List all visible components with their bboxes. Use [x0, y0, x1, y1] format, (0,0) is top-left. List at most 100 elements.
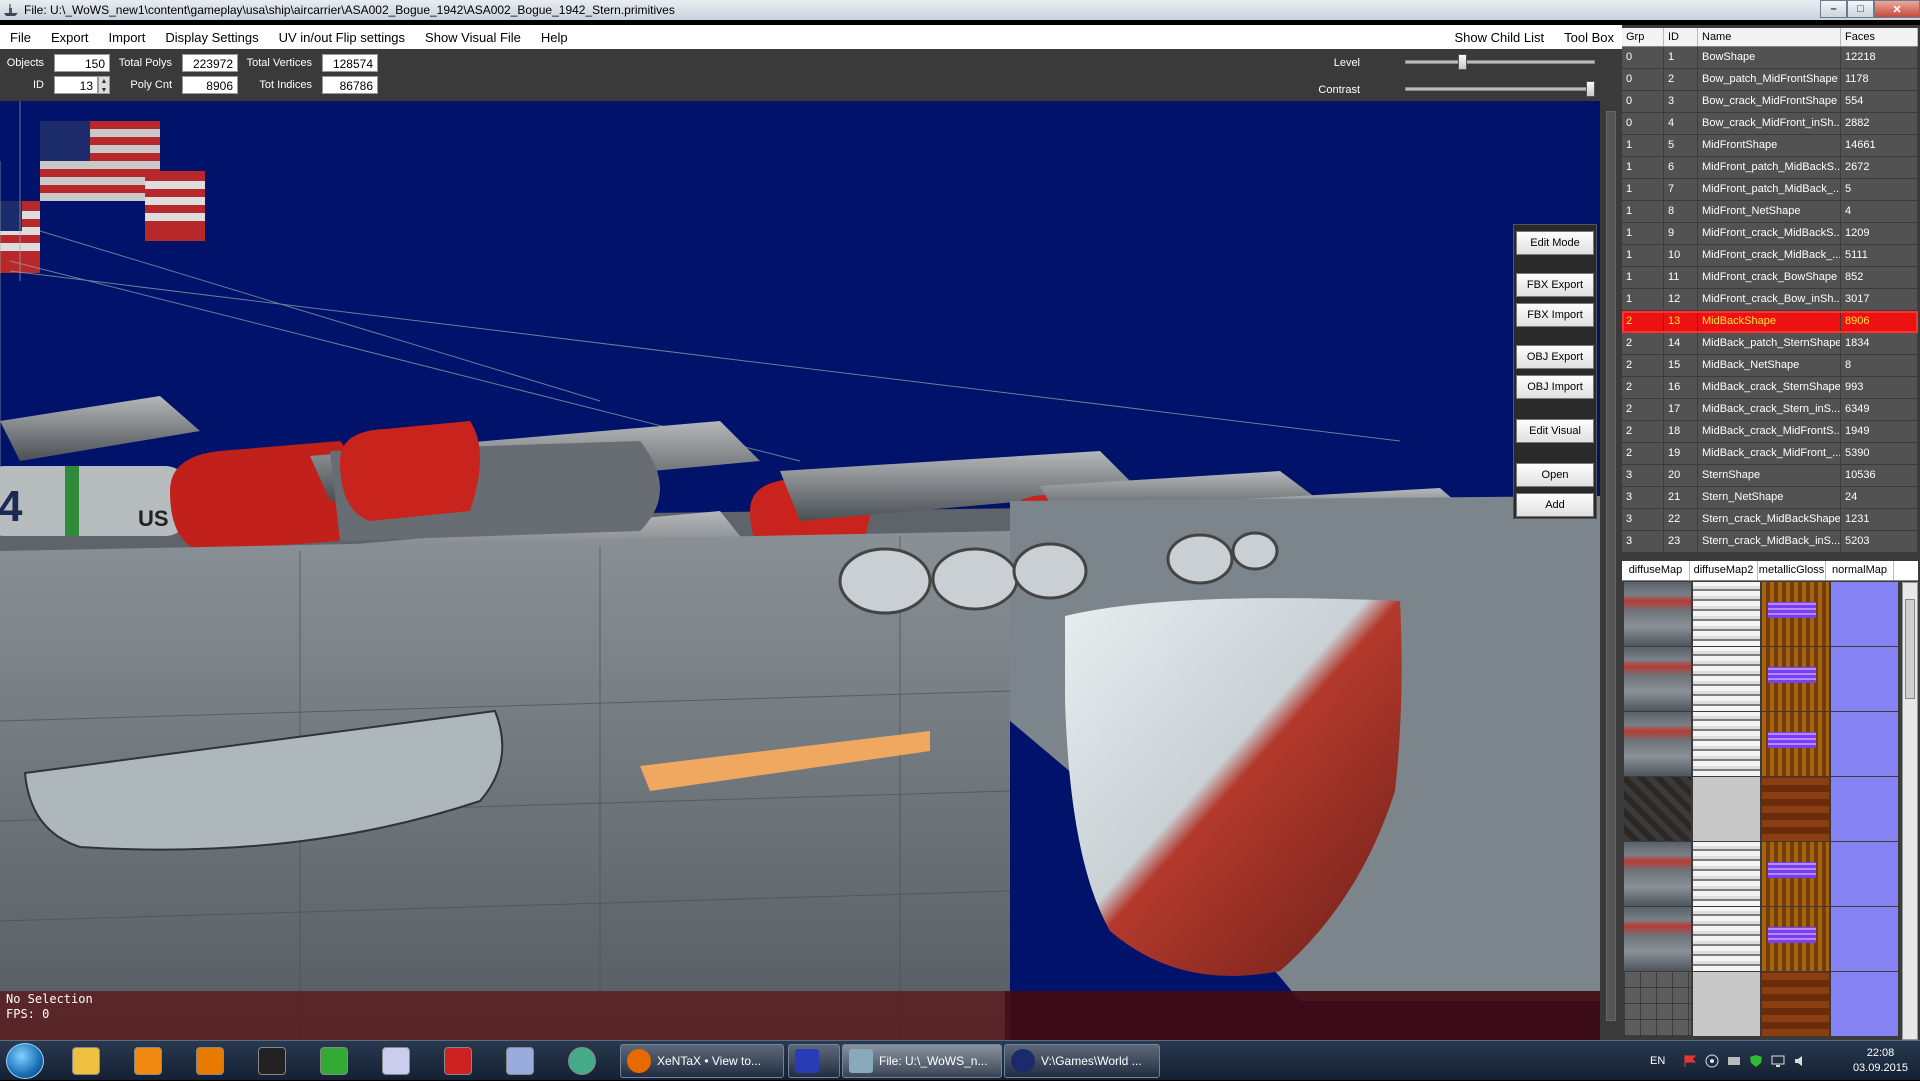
shield-icon[interactable]: [1749, 1054, 1763, 1068]
volume-icon[interactable]: [1793, 1054, 1807, 1068]
calculator-launcher[interactable]: [370, 1044, 422, 1078]
diffusemap2-thumb[interactable]: [1693, 582, 1760, 646]
table-row[interactable]: 1 8 MidFront_NetShape 4: [1622, 201, 1918, 223]
normalmap-thumb[interactable]: [1831, 712, 1898, 776]
table-row[interactable]: 0 1 BowShape 12218: [1622, 47, 1918, 69]
terminal-launcher[interactable]: [246, 1044, 298, 1078]
table-row[interactable]: 2 18 MidBack_crack_MidFrontS... 1949: [1622, 421, 1918, 443]
taskbar-task[interactable]: File: U:\_WoWS_n...: [842, 1044, 1002, 1078]
chrome-launcher[interactable]: [556, 1044, 608, 1078]
edit-mode-button[interactable]: Edit Mode: [1516, 231, 1594, 255]
table-row[interactable]: 0 3 Bow_crack_MidFrontShape 554: [1622, 91, 1918, 113]
metallicgloss-thumb[interactable]: [1762, 712, 1829, 776]
diffusemap2-thumb[interactable]: [1693, 647, 1760, 711]
taskbar-task[interactable]: [788, 1044, 840, 1078]
fbx-export-button[interactable]: FBX Export: [1516, 273, 1594, 297]
menu-display-settings[interactable]: Display Settings: [165, 30, 258, 45]
diffusemap-thumb[interactable]: [1624, 647, 1691, 711]
col-grp-header[interactable]: Grp: [1622, 28, 1664, 46]
col-metallicgloss-header[interactable]: metallicGloss: [1758, 561, 1826, 580]
minimize-button[interactable]: –: [1820, 0, 1847, 18]
table-row[interactable]: 1 5 MidFrontShape 14661: [1622, 135, 1918, 157]
metallicgloss-thumb[interactable]: [1762, 647, 1829, 711]
table-row[interactable]: 1 6 MidFront_patch_MidBackS... 2672: [1622, 157, 1918, 179]
normalmap-thumb[interactable]: [1831, 972, 1898, 1036]
tool-launcher[interactable]: [308, 1044, 360, 1078]
metallicgloss-thumb[interactable]: [1762, 907, 1829, 971]
explorer-launcher[interactable]: [60, 1044, 112, 1078]
menu-import[interactable]: Import: [109, 30, 146, 45]
menu-uv-flip-settings[interactable]: UV in/out Flip settings: [279, 30, 405, 45]
3d-viewport[interactable]: US NAVY 4: [0, 101, 1600, 1040]
normalmap-thumb[interactable]: [1831, 842, 1898, 906]
diffusemap-thumb[interactable]: [1624, 777, 1691, 841]
close-button[interactable]: ✕: [1874, 0, 1920, 18]
col-diffusemap2-header[interactable]: diffuseMap2: [1690, 561, 1758, 580]
normalmap-thumb[interactable]: [1831, 647, 1898, 711]
edit-visual-button[interactable]: Edit Visual: [1516, 419, 1594, 443]
diffusemap2-thumb[interactable]: [1693, 712, 1760, 776]
menu-show-child-list[interactable]: Show Child List: [1455, 30, 1545, 45]
menu-export[interactable]: Export: [51, 30, 89, 45]
open-button[interactable]: Open: [1516, 463, 1594, 487]
metallicgloss-thumb[interactable]: [1762, 582, 1829, 646]
table-row[interactable]: 2 17 MidBack_crack_Stern_inS... 6349: [1622, 399, 1918, 421]
diffusemap-thumb[interactable]: [1624, 842, 1691, 906]
diffusemap2-thumb[interactable]: [1693, 972, 1760, 1036]
col-name-header[interactable]: Name: [1698, 28, 1841, 46]
clock[interactable]: 22:08 03.09.2015: [1853, 1046, 1908, 1076]
metallicgloss-thumb[interactable]: [1762, 777, 1829, 841]
table-row[interactable]: 1 7 MidFront_patch_MidBack_... 5: [1622, 179, 1918, 201]
obj-export-button[interactable]: OBJ Export: [1516, 345, 1594, 369]
vlc-launcher[interactable]: [122, 1044, 174, 1078]
taskbar-task[interactable]: V:\Games\World ...: [1004, 1044, 1160, 1078]
menu-show-visual-file[interactable]: Show Visual File: [425, 30, 521, 45]
metallicgloss-thumb[interactable]: [1762, 842, 1829, 906]
table-row[interactable]: 2 13 MidBackShape 8906: [1622, 311, 1918, 333]
viewport-scroll-thumb[interactable]: [1606, 111, 1616, 1021]
contrast-slider[interactable]: [1405, 87, 1595, 91]
diffusemap2-thumb[interactable]: [1693, 842, 1760, 906]
diffusemap-thumb[interactable]: [1624, 972, 1691, 1036]
viewport-scrollbar[interactable]: [1600, 101, 1622, 1040]
table-row[interactable]: 0 4 Bow_crack_MidFront_inSh... 2882: [1622, 113, 1918, 135]
id-spinner[interactable]: ▲ ▼: [98, 76, 110, 94]
diffusemap-thumb[interactable]: [1624, 582, 1691, 646]
col-id-header[interactable]: ID: [1664, 28, 1698, 46]
table-row[interactable]: 3 23 Stern_crack_MidBack_inS... 5203: [1622, 531, 1918, 553]
table-row[interactable]: 1 12 MidFront_crack_Bow_inSh... 3017: [1622, 289, 1918, 311]
table-row[interactable]: 1 10 MidFront_crack_MidBack_... 5111: [1622, 245, 1918, 267]
diffusemap-thumb[interactable]: [1624, 907, 1691, 971]
id-field[interactable]: 13: [54, 76, 98, 94]
normalmap-thumb[interactable]: [1831, 777, 1898, 841]
texture-scroll-thumb[interactable]: [1905, 599, 1915, 699]
menu-help[interactable]: Help: [541, 30, 568, 45]
normalmap-thumb[interactable]: [1831, 582, 1898, 646]
texture-scrollbar[interactable]: [1902, 582, 1918, 1040]
table-row[interactable]: 0 2 Bow_patch_MidFrontShape 1178: [1622, 69, 1918, 91]
language-indicator[interactable]: EN: [1650, 1055, 1665, 1067]
table-row[interactable]: 2 19 MidBack_crack_MidFront_... 5390: [1622, 443, 1918, 465]
col-normalmap-header[interactable]: normalMap: [1826, 561, 1894, 580]
diffusemap2-thumb[interactable]: [1693, 907, 1760, 971]
menu-tool-box[interactable]: Tool Box: [1564, 30, 1614, 45]
normalmap-thumb[interactable]: [1831, 907, 1898, 971]
gpu-icon[interactable]: [1727, 1054, 1741, 1068]
table-row[interactable]: 2 15 MidBack_NetShape 8: [1622, 355, 1918, 377]
col-diffusemap-header[interactable]: diffuseMap: [1622, 561, 1690, 580]
metallicgloss-thumb[interactable]: [1762, 972, 1829, 1036]
table-row[interactable]: 2 14 MidBack_patch_SternShape 1834: [1622, 333, 1918, 355]
diffusemap-thumb[interactable]: [1624, 712, 1691, 776]
taskbar-task[interactable]: XeNTaX • View to...: [620, 1044, 784, 1078]
table-row[interactable]: 3 21 Stern_NetShape 24: [1622, 487, 1918, 509]
display-icon[interactable]: [1771, 1054, 1785, 1068]
level-slider[interactable]: [1405, 60, 1595, 64]
notes-launcher[interactable]: [494, 1044, 546, 1078]
start-button[interactable]: [6, 1043, 44, 1079]
vlc-alt-launcher[interactable]: [184, 1044, 236, 1078]
table-row[interactable]: 3 22 Stern_crack_MidBackShape 1231: [1622, 509, 1918, 531]
col-faces-header[interactable]: Faces: [1841, 28, 1918, 46]
menu-file[interactable]: File: [10, 30, 31, 45]
diffusemap2-thumb[interactable]: [1693, 777, 1760, 841]
fbx-import-button[interactable]: FBX Import: [1516, 303, 1594, 327]
